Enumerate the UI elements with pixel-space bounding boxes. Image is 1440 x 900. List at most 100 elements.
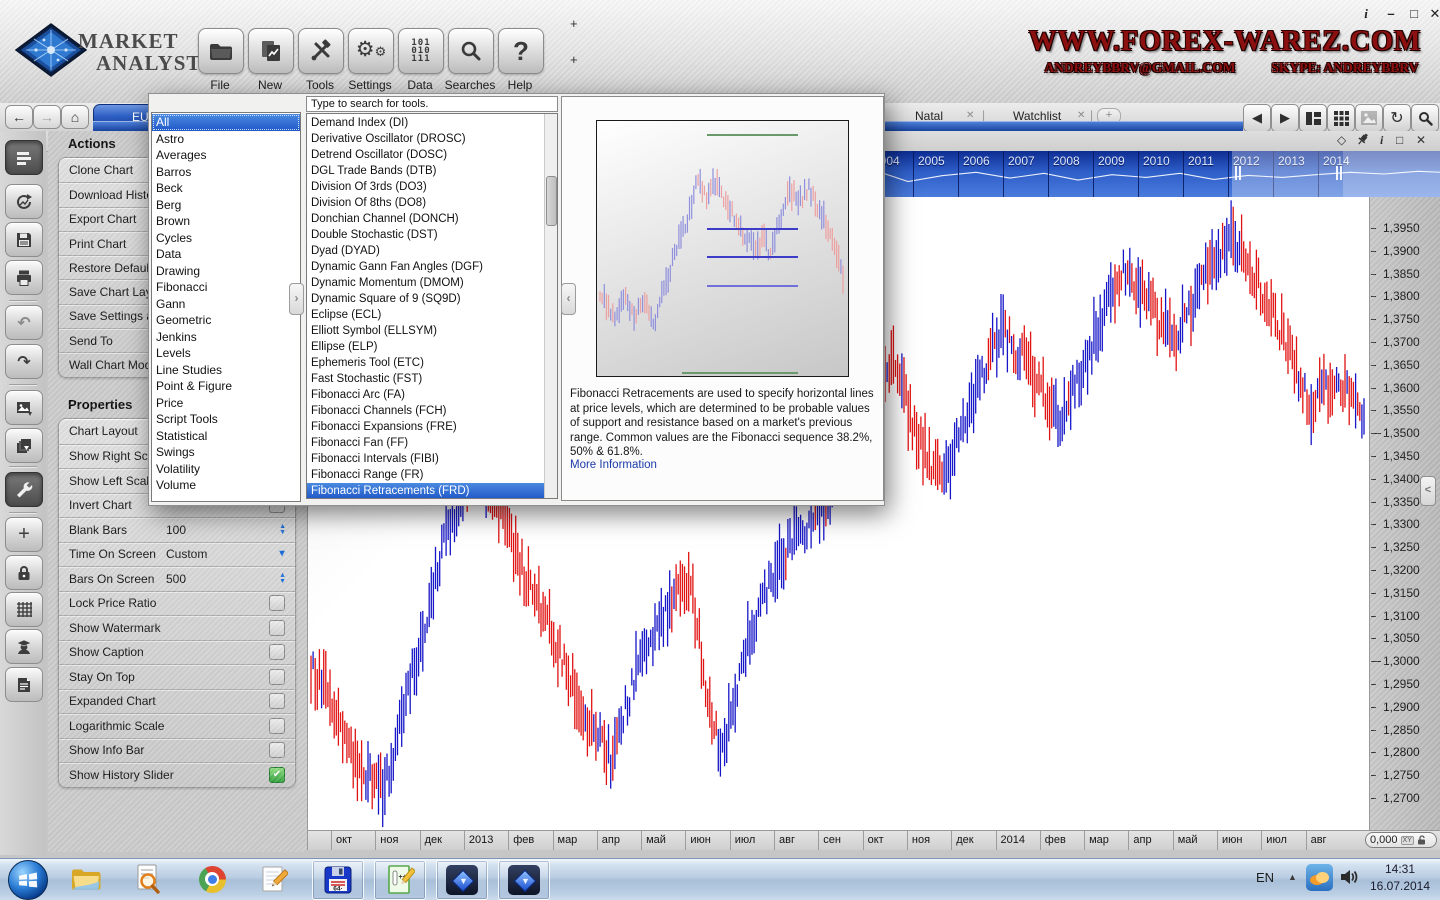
slider-grip-handle[interactable] — [1239, 166, 1241, 180]
pin-icon[interactable] — [1357, 133, 1369, 146]
property-row[interactable]: Show Watermark — [59, 615, 295, 640]
coordinate-box[interactable]: 0,000 XY — [1365, 832, 1437, 848]
price-scale[interactable]: 1,39501,39001,38501,38001,37501,37001,36… — [1369, 197, 1440, 830]
category-item[interactable]: Data — [152, 246, 300, 263]
checkbox[interactable] — [269, 644, 285, 660]
category-item[interactable]: Volume — [152, 477, 300, 494]
category-item[interactable]: Drawing — [152, 263, 300, 280]
timeline-selection[interactable] — [1232, 151, 1343, 197]
collapse-scale-button[interactable]: < — [1420, 476, 1436, 506]
diamond-icon[interactable]: ◇ — [1337, 133, 1346, 147]
search-button[interactable] — [1411, 104, 1439, 132]
category-item[interactable]: Fibonacci — [152, 279, 300, 296]
checkbox[interactable] — [269, 693, 285, 709]
taskbar-downloader-app[interactable]: ▼ — [498, 860, 550, 900]
property-row[interactable]: Logarithmic Scale — [59, 713, 295, 738]
undo-button[interactable]: ↶ — [5, 305, 43, 340]
info-icon[interactable]: i — [1380, 133, 1383, 148]
slider-grip-handle[interactable] — [1336, 166, 1338, 180]
category-item[interactable]: Astro — [152, 131, 300, 148]
tool-item[interactable]: Division Of 3rds (DO3) — [307, 179, 557, 195]
restore-icon[interactable]: □ — [1396, 133, 1403, 147]
tool-item[interactable]: Dyad (DYAD) — [307, 243, 557, 259]
tool-list[interactable]: Demand Index (DI)Derivative Oscillator (… — [306, 113, 558, 499]
dropdown-chevron[interactable]: ▼ — [277, 549, 287, 560]
checkbox[interactable]: ✔ — [269, 767, 285, 783]
start-button[interactable] — [8, 860, 48, 900]
category-item[interactable]: Jenkins — [152, 329, 300, 346]
category-item[interactable]: Script Tools — [152, 411, 300, 428]
tool-item[interactable]: Fast Stochastic (FST) — [307, 371, 557, 387]
category-item[interactable]: Price — [152, 395, 300, 412]
taskbar-chrome-button[interactable] — [194, 862, 230, 896]
slider-grip-handle[interactable] — [1340, 166, 1342, 180]
close-pane-icon[interactable]: ✕ — [1416, 133, 1426, 147]
category-item[interactable]: Point & Figure — [152, 378, 300, 395]
scrollbar[interactable] — [544, 114, 557, 498]
home-button[interactable]: ⌂ — [61, 105, 89, 129]
export-image-button[interactable] — [5, 390, 43, 425]
spinner[interactable]: ▲▼ — [279, 524, 286, 536]
property-row[interactable]: Show Caption — [59, 640, 295, 665]
tool-item[interactable]: Dynamic Square of 9 (SQ9D) — [307, 291, 557, 307]
taskbar-notepad-button[interactable] — [256, 862, 292, 896]
expert-button[interactable] — [5, 629, 43, 664]
tool-item[interactable]: Elliott Symbol (ELLSYM) — [307, 323, 557, 339]
tool-item[interactable]: Demand Index (DI) — [307, 115, 557, 131]
lock-button[interactable] — [5, 555, 43, 590]
checkbox[interactable] — [269, 742, 285, 758]
checkbox[interactable] — [269, 669, 285, 685]
tool-item[interactable]: Dynamic Momentum (DMOM) — [307, 275, 557, 291]
property-row[interactable]: Blank Bars100▲▼ — [59, 517, 295, 542]
category-item[interactable]: Levels — [152, 345, 300, 362]
window-close-button[interactable]: ✕ — [1425, 6, 1440, 22]
news-button[interactable] — [5, 667, 43, 702]
category-item[interactable]: All — [152, 114, 300, 131]
category-item[interactable]: Cycles — [152, 230, 300, 247]
weather-tray-icon[interactable] — [1306, 864, 1333, 891]
tool-item[interactable]: Fibonacci Arc (FA) — [307, 387, 557, 403]
property-row[interactable]: Bars On Screen500▲▼ — [59, 566, 295, 591]
tool-item[interactable]: Detrend Oscillator (DOSC) — [307, 147, 557, 163]
category-item[interactable]: Beck — [152, 180, 300, 197]
tool-item[interactable]: Fibonacci Retracements (FRD) — [307, 483, 557, 499]
scroll-tabs-left-button[interactable]: ◀ — [1243, 104, 1271, 132]
data-button[interactable]: 101 010 111 — [398, 28, 444, 74]
category-item[interactable]: Volatility — [152, 461, 300, 478]
tab-watchlist-close-icon[interactable]: ✕ — [1077, 110, 1085, 121]
language-indicator[interactable]: EN — [1256, 870, 1274, 885]
tool-search-input[interactable]: Type to search for tools. — [306, 96, 558, 112]
refresh-button[interactable]: ↻ — [1383, 104, 1411, 132]
category-list[interactable]: AllAstroAveragesBarrosBeckBergBrownCycle… — [151, 112, 301, 502]
property-row[interactable]: Time On ScreenCustom▼ — [59, 542, 295, 567]
new-button[interactable] — [248, 28, 294, 74]
grid-view-button[interactable] — [1327, 104, 1355, 132]
tool-item[interactable]: Ellipse (ELP) — [307, 339, 557, 355]
tool-item[interactable]: DGL Trade Bands (DTB) — [307, 163, 557, 179]
category-item[interactable]: Gann — [152, 296, 300, 313]
clock[interactable]: 14:31 16.07.2014 — [1364, 861, 1436, 895]
category-item[interactable]: Brown — [152, 213, 300, 230]
tool-item[interactable]: Dynamic Gann Fan Angles (DGF) — [307, 259, 557, 275]
taskbar-floppy-app[interactable]: 64· — [312, 860, 364, 900]
file-button[interactable] — [198, 28, 244, 74]
category-item[interactable]: Berg — [152, 197, 300, 214]
taskbar-search-button[interactable] — [130, 862, 166, 896]
layers-export-button[interactable] — [5, 428, 43, 463]
category-item[interactable]: Statistical — [152, 428, 300, 445]
category-item[interactable]: Swings — [152, 444, 300, 461]
more-information-link[interactable]: More Information — [570, 459, 657, 471]
help-button[interactable]: ? — [498, 28, 544, 74]
volume-tray-icon[interactable] — [1340, 868, 1359, 886]
settings-button[interactable]: ⚙⚙ — [348, 28, 394, 74]
slider-grip-handle[interactable] — [1235, 166, 1237, 180]
tool-item[interactable]: Donchian Channel (DONCH) — [307, 211, 557, 227]
tab-natal-close-icon[interactable]: ✕ — [966, 110, 974, 121]
checkbox[interactable] — [269, 595, 285, 611]
crosshair-button[interactable]: + — [5, 517, 43, 552]
tool-item[interactable]: Fibonacci Fan (FF) — [307, 435, 557, 451]
tool-item[interactable]: Double Stochastic (DST) — [307, 227, 557, 243]
tool-item[interactable]: Division Of 8ths (DO8) — [307, 195, 557, 211]
redo-button[interactable]: ↷ — [5, 344, 43, 379]
category-item[interactable]: Barros — [152, 164, 300, 181]
